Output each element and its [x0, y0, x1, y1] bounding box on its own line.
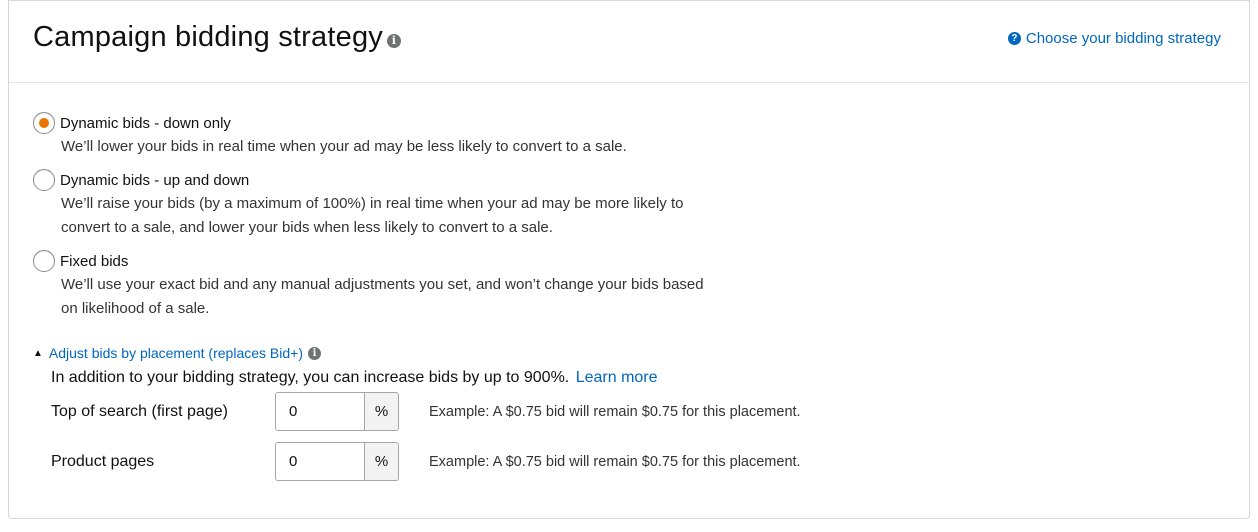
info-icon[interactable]: i [386, 33, 401, 48]
option-description-line: We’ll raise your bids (by a maximum of 1… [61, 195, 684, 212]
option-description-line: on likelihood of a sale. [61, 300, 210, 317]
panel-header: Campaign bidding strategy i ? Choose you… [9, 0, 1249, 83]
option-description: We’ll raise your bids (by a maximum of 1… [61, 192, 683, 240]
radio-selected-dot [39, 118, 49, 128]
placement-row-top-of-search: Top of search (first page) % Example: A … [51, 392, 801, 431]
info-icon[interactable]: i [307, 346, 321, 360]
placement-intro-text: In addition to your bidding strategy, yo… [51, 369, 570, 386]
choose-bidding-strategy-link[interactable]: ? Choose your bidding strategy [1007, 30, 1221, 47]
top-of-search-percent-input[interactable] [276, 393, 364, 430]
placement-example: Example: A $0.75 bid will remain $0.75 f… [429, 453, 801, 470]
bidding-strategy-panel: Campaign bidding strategy i ? Choose you… [8, 0, 1250, 519]
option-description: We’ll lower your bids in real time when … [61, 135, 627, 159]
option-fixed-bids[interactable]: Fixed bids We’ll use your exact bid and … [33, 250, 704, 321]
question-circle-icon: ? [1007, 32, 1021, 45]
percent-input-group: % [275, 442, 399, 481]
option-dynamic-up-and-down[interactable]: Dynamic bids - up and down We’ll raise y… [33, 169, 683, 240]
help-link-label: Choose your bidding strategy [1025, 30, 1221, 47]
panel-title: Campaign bidding strategy i [33, 21, 401, 54]
option-description-line: We’ll lower your bids in real time when … [61, 138, 627, 155]
option-label[interactable]: Fixed bids [60, 253, 128, 270]
percent-addon: % [364, 393, 398, 430]
placement-row-product-pages: Product pages % Example: A $0.75 bid wil… [51, 442, 801, 481]
option-label[interactable]: Dynamic bids - down only [60, 115, 231, 132]
option-label[interactable]: Dynamic bids - up and down [60, 172, 249, 189]
placement-label: Product pages [51, 452, 155, 470]
placement-example: Example: A $0.75 bid will remain $0.75 f… [429, 403, 801, 420]
option-description-line: convert to a sale, and lower your bids w… [61, 219, 553, 236]
chevron-up-icon: ▲ [33, 347, 43, 359]
option-description: We’ll use your exact bid and any manual … [61, 273, 704, 321]
percent-addon: % [364, 443, 398, 480]
percent-input-group: % [275, 392, 399, 431]
placement-intro: In addition to your bidding strategy, yo… [51, 369, 658, 387]
learn-more-link[interactable]: Learn more [576, 369, 658, 386]
panel-title-text: Campaign bidding strategy [33, 21, 383, 53]
radio-fixed-bids[interactable] [33, 250, 55, 272]
radio-dynamic-up-and-down[interactable] [33, 169, 55, 191]
placement-label: Top of search (first page) [51, 402, 228, 420]
product-pages-percent-input[interactable] [276, 443, 364, 480]
option-dynamic-down-only[interactable]: Dynamic bids - down only We’ll lower you… [33, 112, 627, 159]
adjust-bids-by-placement-toggle[interactable]: ▲ Adjust bids by placement (replaces Bid… [33, 345, 321, 361]
option-description-line: We’ll use your exact bid and any manual … [61, 276, 704, 293]
radio-dynamic-down-only[interactable] [33, 112, 55, 134]
adjust-bids-label[interactable]: Adjust bids by placement (replaces Bid+) [49, 345, 303, 361]
